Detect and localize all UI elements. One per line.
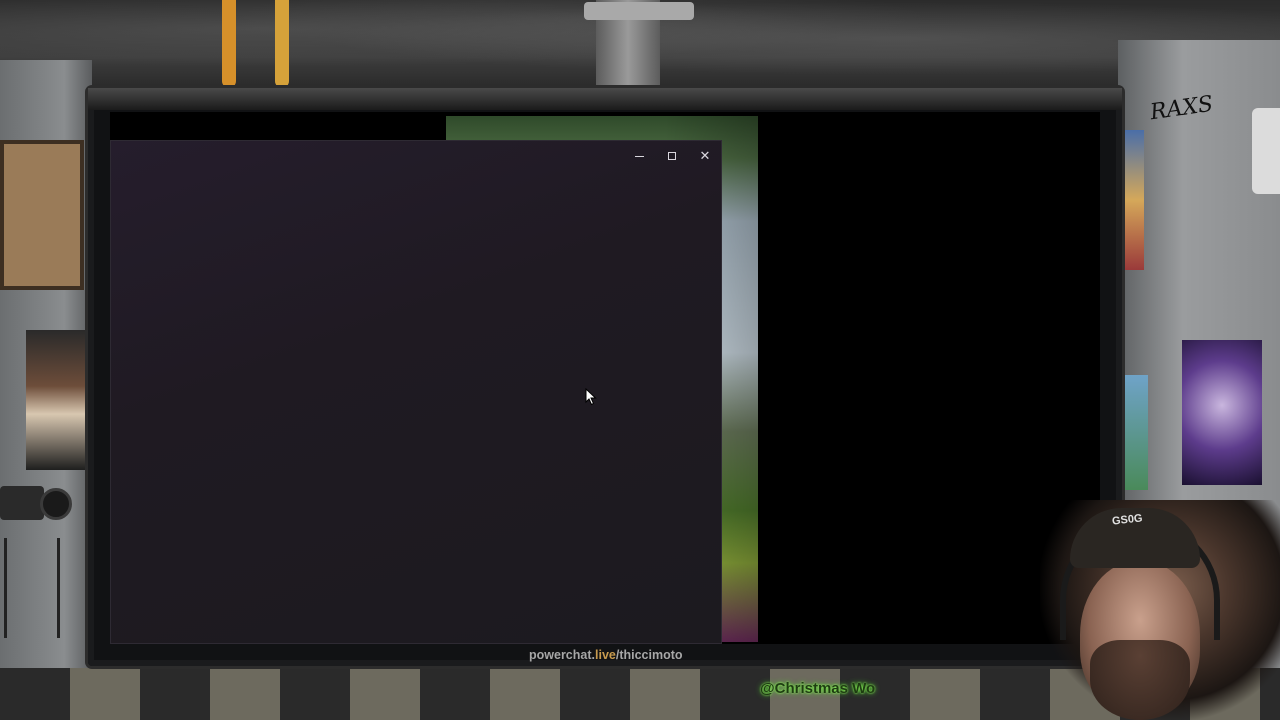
window-titlebar[interactable]: ✕ <box>111 141 721 171</box>
maximize-icon <box>668 152 676 160</box>
ceiling-banner <box>222 0 236 88</box>
streamer-beard <box>1090 640 1190 720</box>
wall-poster-right-small <box>1122 375 1148 490</box>
wall-poster-left <box>26 330 86 470</box>
boarded-window <box>0 140 84 290</box>
minimize-button[interactable] <box>624 145 654 167</box>
overlay-url: powerchat.live/thiccimoto <box>529 648 683 662</box>
close-button[interactable]: ✕ <box>690 145 720 167</box>
mouse-pointer-icon <box>585 388 597 406</box>
app-window[interactable]: ✕ <box>110 140 722 644</box>
overlay-url-suffix: /thiccimoto <box>615 648 683 662</box>
tv-bezel <box>88 88 1122 110</box>
wall-poster-right <box>1182 340 1262 485</box>
camera-tripod <box>4 538 60 638</box>
ceiling-banner <box>275 0 289 88</box>
video-camera-icon <box>0 480 74 540</box>
minimize-icon <box>634 155 644 157</box>
wall-lamp <box>1252 108 1280 194</box>
overlay-url-prefix: powerchat. <box>529 648 595 662</box>
wall-poster-right-small <box>1122 130 1144 270</box>
overlay-url-accent: live <box>595 648 616 662</box>
maximize-button[interactable] <box>657 145 687 167</box>
tv-screen: ✕ <box>110 112 1100 644</box>
tv-ceiling-mount-plate <box>584 2 694 20</box>
close-icon: ✕ <box>699 148 711 163</box>
chat-ticker: @Christmas Wo <box>760 680 876 697</box>
